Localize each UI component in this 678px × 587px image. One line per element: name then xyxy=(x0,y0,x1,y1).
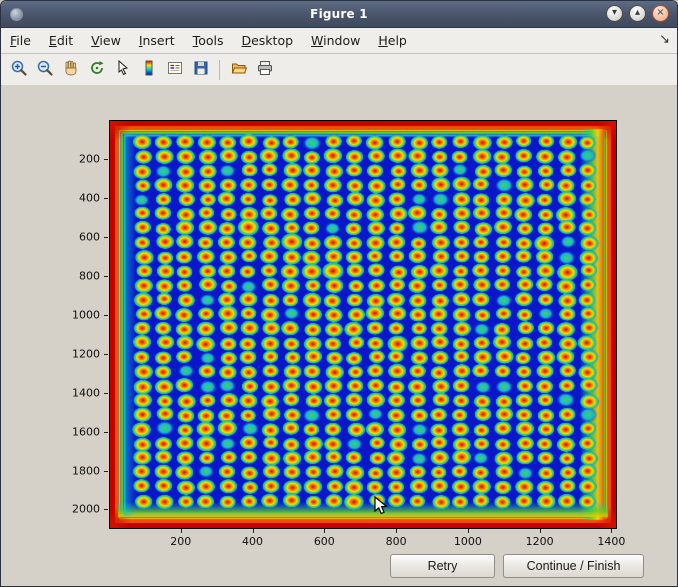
figure-canvas-area: Retry Continue / Finish 200 400 600 800 1000… xyxy=(2,85,676,585)
window-controls: ▾ ▴ × xyxy=(606,5,669,22)
menu-insert[interactable]: Insert xyxy=(130,30,184,51)
y-tick-mark xyxy=(104,432,108,433)
y-tick-label: 1200 xyxy=(72,347,100,360)
legend-icon xyxy=(166,59,184,81)
y-tick-label: 400 xyxy=(79,191,100,204)
colorbar-icon xyxy=(140,59,158,81)
figure-window: Figure 1 ▾ ▴ × File Edit View Insert Too… xyxy=(0,0,678,587)
y-tick-mark xyxy=(104,276,108,277)
rotate-3d-button[interactable] xyxy=(85,58,108,81)
open-file-button[interactable] xyxy=(227,58,250,81)
menu-view[interactable]: View xyxy=(82,30,130,51)
x-tick-mark xyxy=(253,529,254,533)
menu-window[interactable]: Window xyxy=(302,30,369,51)
y-tick-mark xyxy=(104,393,108,394)
toolbar-separator xyxy=(219,60,220,80)
close-button[interactable]: × xyxy=(652,5,669,22)
x-tick-mark xyxy=(468,529,469,533)
figure-image[interactable] xyxy=(110,121,616,528)
menu-desktop[interactable]: Desktop xyxy=(232,30,302,51)
open-folder-icon xyxy=(230,59,248,81)
y-tick-label: 600 xyxy=(79,230,100,243)
y-tick-label: 2000 xyxy=(72,503,100,516)
y-tick-mark xyxy=(104,354,108,355)
pan-button[interactable] xyxy=(59,58,82,81)
zoom-in-icon xyxy=(10,59,28,81)
maximize-button[interactable]: ▴ xyxy=(629,5,646,22)
pan-hand-icon xyxy=(62,59,80,81)
x-tick-label: 1000 xyxy=(454,535,482,548)
y-tick-mark xyxy=(104,237,108,238)
y-tick-mark xyxy=(104,198,108,199)
y-tick-label: 1400 xyxy=(72,386,100,399)
x-tick-label: 800 xyxy=(386,535,407,548)
save-figure-button[interactable] xyxy=(189,58,212,81)
dock-figure-icon[interactable]: ↘ xyxy=(659,32,670,47)
zoom-out-button[interactable] xyxy=(33,58,56,81)
x-tick-label: 600 xyxy=(314,535,335,548)
x-tick-label: 400 xyxy=(242,535,263,548)
printer-icon xyxy=(256,59,274,81)
y-tick-mark xyxy=(104,315,108,316)
x-tick-mark xyxy=(396,529,397,533)
axes-box xyxy=(109,120,617,529)
retry-button[interactable]: Retry xyxy=(390,554,495,578)
menubar: File Edit View Insert Tools Desktop Wind… xyxy=(1,28,677,54)
insert-colorbar-button[interactable] xyxy=(137,58,160,81)
y-tick-label: 1800 xyxy=(72,464,100,477)
continue-finish-button[interactable]: Continue / Finish xyxy=(503,554,644,578)
x-tick-mark xyxy=(540,529,541,533)
window-menu-icon[interactable] xyxy=(10,8,23,21)
y-tick-mark xyxy=(104,159,108,160)
x-tick-label: 1400 xyxy=(597,535,625,548)
y-tick-label: 800 xyxy=(79,269,100,282)
y-tick-mark xyxy=(104,509,108,510)
print-figure-button[interactable] xyxy=(253,58,276,81)
shade-button[interactable]: ▾ xyxy=(606,5,623,22)
data-cursor-button[interactable] xyxy=(111,58,134,81)
zoom-in-button[interactable] xyxy=(7,58,30,81)
data-cursor-icon xyxy=(114,59,132,81)
window-title: Figure 1 xyxy=(1,7,677,21)
y-tick-mark xyxy=(104,471,108,472)
y-tick-label: 200 xyxy=(79,152,100,165)
insert-legend-button[interactable] xyxy=(163,58,186,81)
menu-tools[interactable]: Tools xyxy=(184,30,233,51)
zoom-out-icon xyxy=(36,59,54,81)
titlebar[interactable]: Figure 1 ▾ ▴ × xyxy=(1,1,677,28)
x-tick-mark xyxy=(324,529,325,533)
x-tick-label: 200 xyxy=(170,535,191,548)
save-icon xyxy=(192,59,210,81)
menu-help[interactable]: Help xyxy=(369,30,416,51)
y-tick-label: 1000 xyxy=(72,308,100,321)
rotate-3d-icon xyxy=(88,59,106,81)
figure-toolbar xyxy=(1,54,677,86)
menu-edit[interactable]: Edit xyxy=(40,30,82,51)
menu-file[interactable]: File xyxy=(1,30,40,51)
x-tick-mark xyxy=(611,529,612,533)
y-tick-label: 1600 xyxy=(72,425,100,438)
x-tick-mark xyxy=(181,529,182,533)
x-tick-label: 1200 xyxy=(526,535,554,548)
